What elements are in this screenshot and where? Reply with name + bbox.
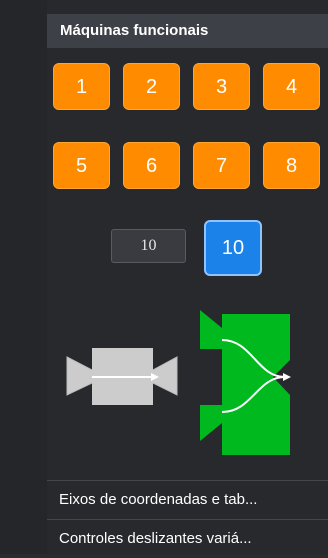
list-item-eixos-de-coordenadas[interactable]: Eixos de coordenadas e tab... <box>47 481 328 519</box>
side-panel: Máquinas funcionais 1 2 3 4 5 6 7 8 10 1… <box>47 0 328 554</box>
number-input[interactable]: 10 <box>111 229 186 263</box>
number-button-6[interactable]: 6 <box>123 142 180 189</box>
number-button-3[interactable]: 3 <box>193 63 250 110</box>
machines-canvas <box>66 310 291 455</box>
number-button-4[interactable]: 4 <box>263 63 320 110</box>
line-machine-icon[interactable] <box>66 348 178 405</box>
number-button-5[interactable]: 5 <box>53 142 110 189</box>
left-strip <box>0 0 47 554</box>
number-button-8[interactable]: 8 <box>263 142 320 189</box>
number-button-1[interactable]: 1 <box>53 63 110 110</box>
merge-machine-icon[interactable] <box>200 310 291 455</box>
number-output[interactable]: 10 <box>204 220 262 276</box>
list-item-controles-deslizantes[interactable]: Controles deslizantes variá... <box>47 520 328 558</box>
number-button-2[interactable]: 2 <box>123 63 180 110</box>
section-header-maquinas-funcionais[interactable]: Máquinas funcionais <box>47 14 328 48</box>
number-button-7[interactable]: 7 <box>193 142 250 189</box>
